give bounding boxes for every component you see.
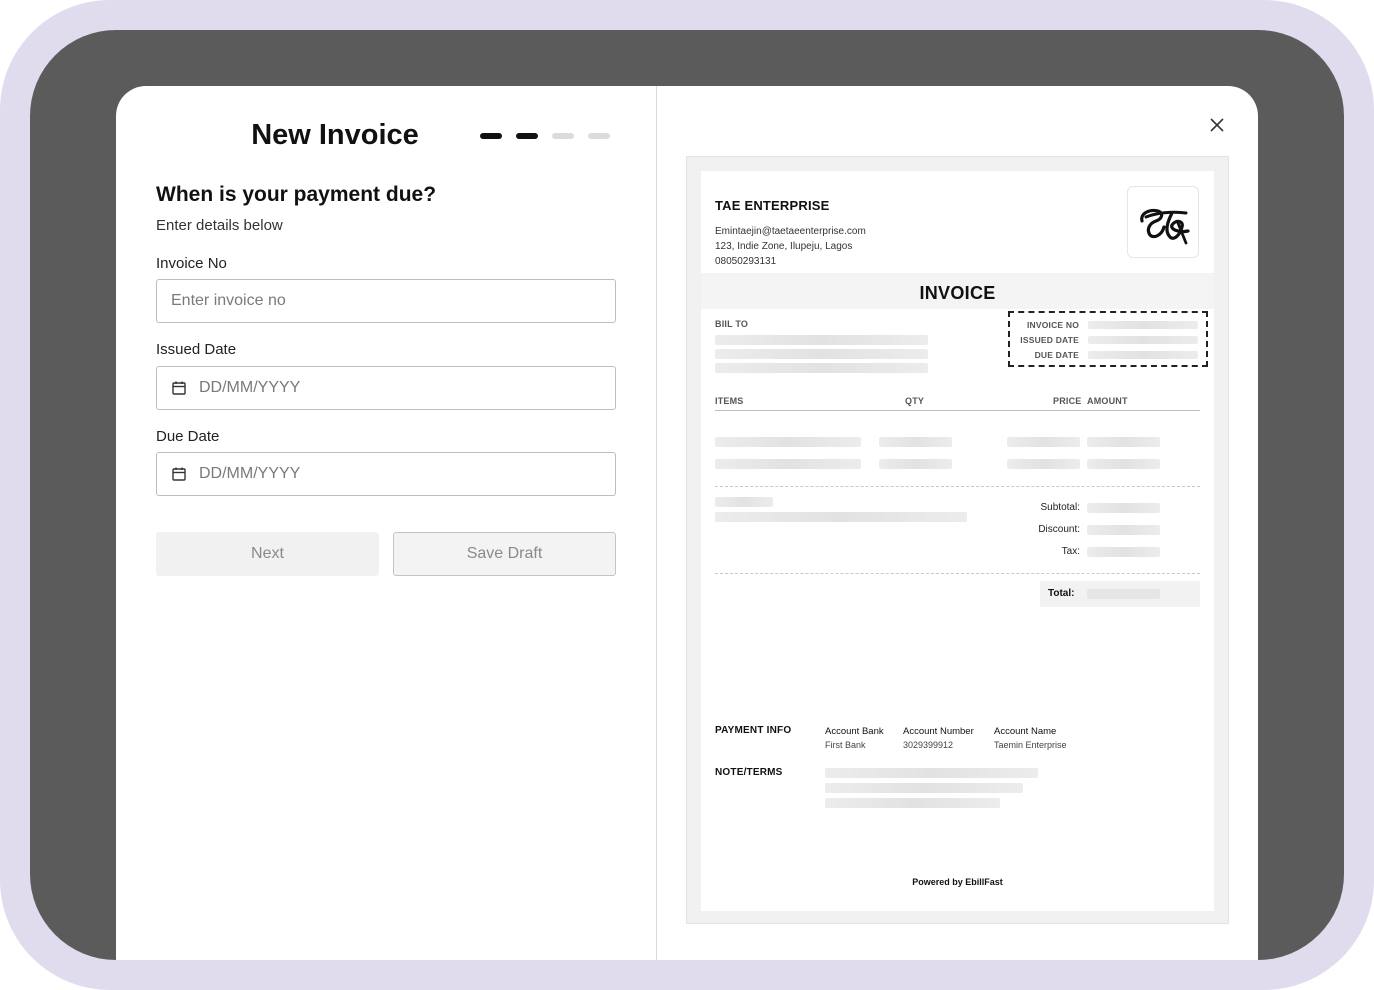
meta-value-bar <box>1088 336 1198 344</box>
table-cell-placeholder <box>1007 437 1080 447</box>
due-date-placeholder: DD/MM/YYYY <box>199 465 301 482</box>
panel-divider <box>656 86 657 960</box>
subtotal-label: Subtotal: <box>1040 502 1080 513</box>
close-icon[interactable] <box>1208 116 1226 134</box>
logo-mark <box>1140 208 1190 245</box>
new-invoice-modal: New Invoice When is your payment due? En… <box>116 86 1258 960</box>
account-name-label: Account Name <box>994 726 1057 737</box>
invoice-preview: TAE ENTERPRISE Emintaejin@taetaeenterpri… <box>686 156 1229 924</box>
invoice-no-label: Invoice No <box>156 255 227 272</box>
notes-line <box>825 768 1038 778</box>
table-cell-placeholder <box>879 459 952 469</box>
step-2-indicator <box>516 133 538 139</box>
step-4-indicator <box>588 133 610 139</box>
dashed-separator <box>715 573 1200 574</box>
table-cell-placeholder <box>715 437 861 447</box>
payment-info-heading: PAYMENT INFO <box>715 725 792 736</box>
bill-to-line <box>715 349 928 359</box>
due-date-input[interactable]: DD/MM/YYYY <box>156 452 616 496</box>
qty-column-header: QTY <box>905 396 925 406</box>
due-date-meta-label: DUE DATE <box>1034 350 1079 360</box>
notes-line <box>825 783 1023 793</box>
discount-label: Discount: <box>1038 524 1080 535</box>
invoice-paper: TAE ENTERPRISE Emintaejin@taetaeenterpri… <box>701 171 1214 911</box>
account-name-value: Taemin Enterprise <box>994 740 1067 750</box>
table-header-rule <box>715 410 1200 411</box>
step-1-indicator <box>480 133 502 139</box>
items-column-header: ITEMS <box>715 396 744 406</box>
company-name: TAE ENTERPRISE <box>715 198 830 213</box>
total-label: Total: <box>1048 588 1075 599</box>
invoice-no-input[interactable]: Enter invoice no <box>156 279 616 323</box>
notes-terms-heading: NOTE/TERMS <box>715 767 783 778</box>
company-phone: 08050293131 <box>715 256 777 267</box>
tax-value-bar <box>1087 547 1160 557</box>
table-cell-placeholder <box>1007 459 1080 469</box>
device-screen: New Invoice When is your payment due? En… <box>30 30 1344 960</box>
notes-placeholder <box>715 497 773 507</box>
issued-date-placeholder: DD/MM/YYYY <box>199 379 301 396</box>
account-number-label: Account Number <box>903 726 974 737</box>
step-3-indicator <box>552 133 574 139</box>
invoice-title: INVOICE <box>919 283 996 303</box>
company-address: 123, Indie Zone, Ilupeju, Lagos <box>715 241 853 252</box>
section-heading: When is your payment due? <box>156 183 437 206</box>
due-date-label: Due Date <box>156 428 220 445</box>
discount-value-bar <box>1087 525 1160 535</box>
issued-date-meta-label: ISSUED DATE <box>1020 335 1079 345</box>
table-cell-placeholder <box>1087 437 1160 447</box>
subtotal-value-bar <box>1087 503 1160 513</box>
issued-date-input[interactable]: DD/MM/YYYY <box>156 366 616 410</box>
notes-placeholder <box>715 512 967 522</box>
total-value-bar <box>1087 589 1160 599</box>
table-cell-placeholder <box>1087 459 1160 469</box>
meta-value-bar <box>1088 321 1198 329</box>
amount-column-header: AMOUNT <box>1087 396 1128 406</box>
step-indicator <box>480 133 610 139</box>
invoice-meta-highlight: INVOICE NO ISSUED DATE DUE DATE <box>1008 311 1208 367</box>
notes-line <box>825 798 1000 808</box>
powered-by-footer: Powered by EbillFast <box>912 877 1003 887</box>
bill-to-line <box>715 335 928 345</box>
meta-value-bar <box>1088 351 1198 359</box>
company-email: Emintaejin@taetaeenterprise.com <box>715 226 866 237</box>
price-column-header: PRICE <box>1053 396 1082 406</box>
bill-to-label: BIIL TO <box>715 319 749 329</box>
invoice-no-placeholder: Enter invoice no <box>171 292 286 309</box>
calendar-icon <box>172 467 186 481</box>
next-button[interactable]: Next <box>156 532 379 576</box>
table-cell-placeholder <box>715 459 861 469</box>
issued-date-label: Issued Date <box>156 341 237 358</box>
account-number-value: 3029399912 <box>903 740 954 750</box>
table-cell-placeholder <box>879 437 952 447</box>
account-bank-value: First Bank <box>825 740 866 750</box>
tax-label: Tax: <box>1061 546 1080 557</box>
dashed-separator <box>715 486 1200 487</box>
bill-to-line <box>715 363 928 373</box>
invoice-no-meta-label: INVOICE NO <box>1026 320 1079 330</box>
company-logo <box>1127 186 1199 258</box>
calendar-icon <box>172 381 186 395</box>
section-subtitle: Enter details below <box>156 217 283 234</box>
account-bank-label: Account Bank <box>825 726 884 737</box>
save-draft-button[interactable]: Save Draft <box>393 532 616 576</box>
